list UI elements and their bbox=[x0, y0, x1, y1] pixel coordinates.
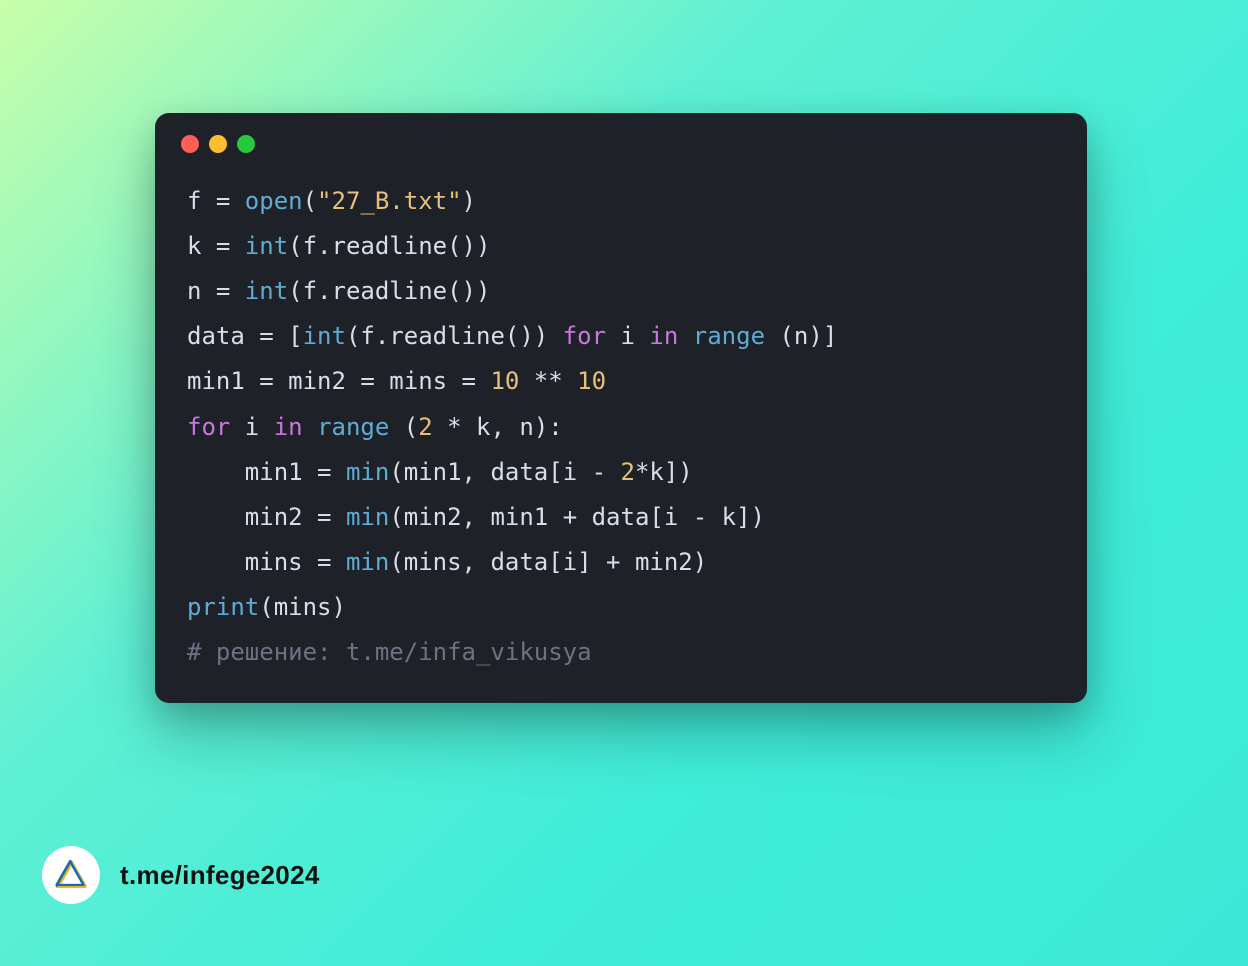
code-window: f = open("27_B.txt")k = int(f.readline()… bbox=[155, 113, 1087, 703]
close-icon[interactable] bbox=[181, 135, 199, 153]
code-token: ) bbox=[462, 187, 476, 215]
code-token bbox=[303, 413, 317, 441]
code-line: n = int(f.readline()) bbox=[187, 269, 1055, 314]
code-token: k = bbox=[187, 232, 245, 260]
code-token: n = bbox=[187, 277, 245, 305]
code-token: print bbox=[187, 593, 259, 621]
minimize-icon[interactable] bbox=[209, 135, 227, 153]
code-token: range bbox=[693, 322, 765, 350]
code-token: min bbox=[346, 458, 389, 486]
code-token: data = [ bbox=[187, 322, 303, 350]
code-token: ** bbox=[519, 367, 577, 395]
code-token: open bbox=[245, 187, 303, 215]
code-token: range bbox=[317, 413, 389, 441]
code-token: min1 = min2 = mins = bbox=[187, 367, 490, 395]
code-token: (min1, data[i - bbox=[389, 458, 620, 486]
code-line: data = [int(f.readline()) for i in range… bbox=[187, 314, 1055, 359]
code-line: # решение: t.me/infa_vikusya bbox=[187, 630, 1055, 675]
code-line: for i in range (2 * k, n): bbox=[187, 405, 1055, 450]
code-token: min bbox=[346, 503, 389, 531]
code-token: * k, n): bbox=[433, 413, 563, 441]
code-token: 2 bbox=[621, 458, 635, 486]
code-token: min bbox=[346, 548, 389, 576]
code-token: 10 bbox=[577, 367, 606, 395]
code-line: print(mins) bbox=[187, 585, 1055, 630]
window-controls bbox=[155, 113, 1087, 161]
code-token: int bbox=[303, 322, 346, 350]
avatar bbox=[42, 846, 100, 904]
code-line: min2 = min(min2, min1 + data[i - k]) bbox=[187, 495, 1055, 540]
code-token: (f.readline()) bbox=[288, 232, 490, 260]
footer: t.me/infege2024 bbox=[42, 846, 320, 904]
code-token: # решение: t.me/infa_vikusya bbox=[187, 638, 592, 666]
code-token: "27_B.txt" bbox=[317, 187, 462, 215]
code-token: 2 bbox=[418, 413, 432, 441]
code-token: (mins) bbox=[259, 593, 346, 621]
code-token: (min2, min1 + data[i - k]) bbox=[389, 503, 765, 531]
code-token: for bbox=[187, 413, 230, 441]
code-token: int bbox=[245, 232, 288, 260]
code-line: min1 = min2 = mins = 10 ** 10 bbox=[187, 359, 1055, 404]
code-token: in bbox=[649, 322, 678, 350]
code-token: mins = bbox=[187, 548, 346, 576]
code-token: min1 = bbox=[187, 458, 346, 486]
triangle-logo-icon bbox=[54, 858, 88, 892]
code-token: *k]) bbox=[635, 458, 693, 486]
footer-link[interactable]: t.me/infege2024 bbox=[120, 860, 320, 891]
code-token: 10 bbox=[490, 367, 519, 395]
code-line: f = open("27_B.txt") bbox=[187, 179, 1055, 224]
code-line: min1 = min(min1, data[i - 2*k]) bbox=[187, 450, 1055, 495]
code-token: (f.readline()) bbox=[346, 322, 563, 350]
code-line: k = int(f.readline()) bbox=[187, 224, 1055, 269]
code-token: in bbox=[274, 413, 303, 441]
code-line: mins = min(mins, data[i] + min2) bbox=[187, 540, 1055, 585]
code-content: f = open("27_B.txt")k = int(f.readline()… bbox=[155, 161, 1087, 675]
code-token: int bbox=[245, 277, 288, 305]
code-token: i bbox=[606, 322, 649, 350]
code-token: (mins, data[i] + min2) bbox=[389, 548, 707, 576]
code-token: (f.readline()) bbox=[288, 277, 490, 305]
maximize-icon[interactable] bbox=[237, 135, 255, 153]
code-token: i bbox=[230, 413, 273, 441]
code-token: for bbox=[563, 322, 606, 350]
code-token: (n)] bbox=[765, 322, 837, 350]
code-token: min2 = bbox=[187, 503, 346, 531]
code-token: ( bbox=[303, 187, 317, 215]
code-token: f = bbox=[187, 187, 245, 215]
code-token: ( bbox=[389, 413, 418, 441]
code-token bbox=[678, 322, 692, 350]
